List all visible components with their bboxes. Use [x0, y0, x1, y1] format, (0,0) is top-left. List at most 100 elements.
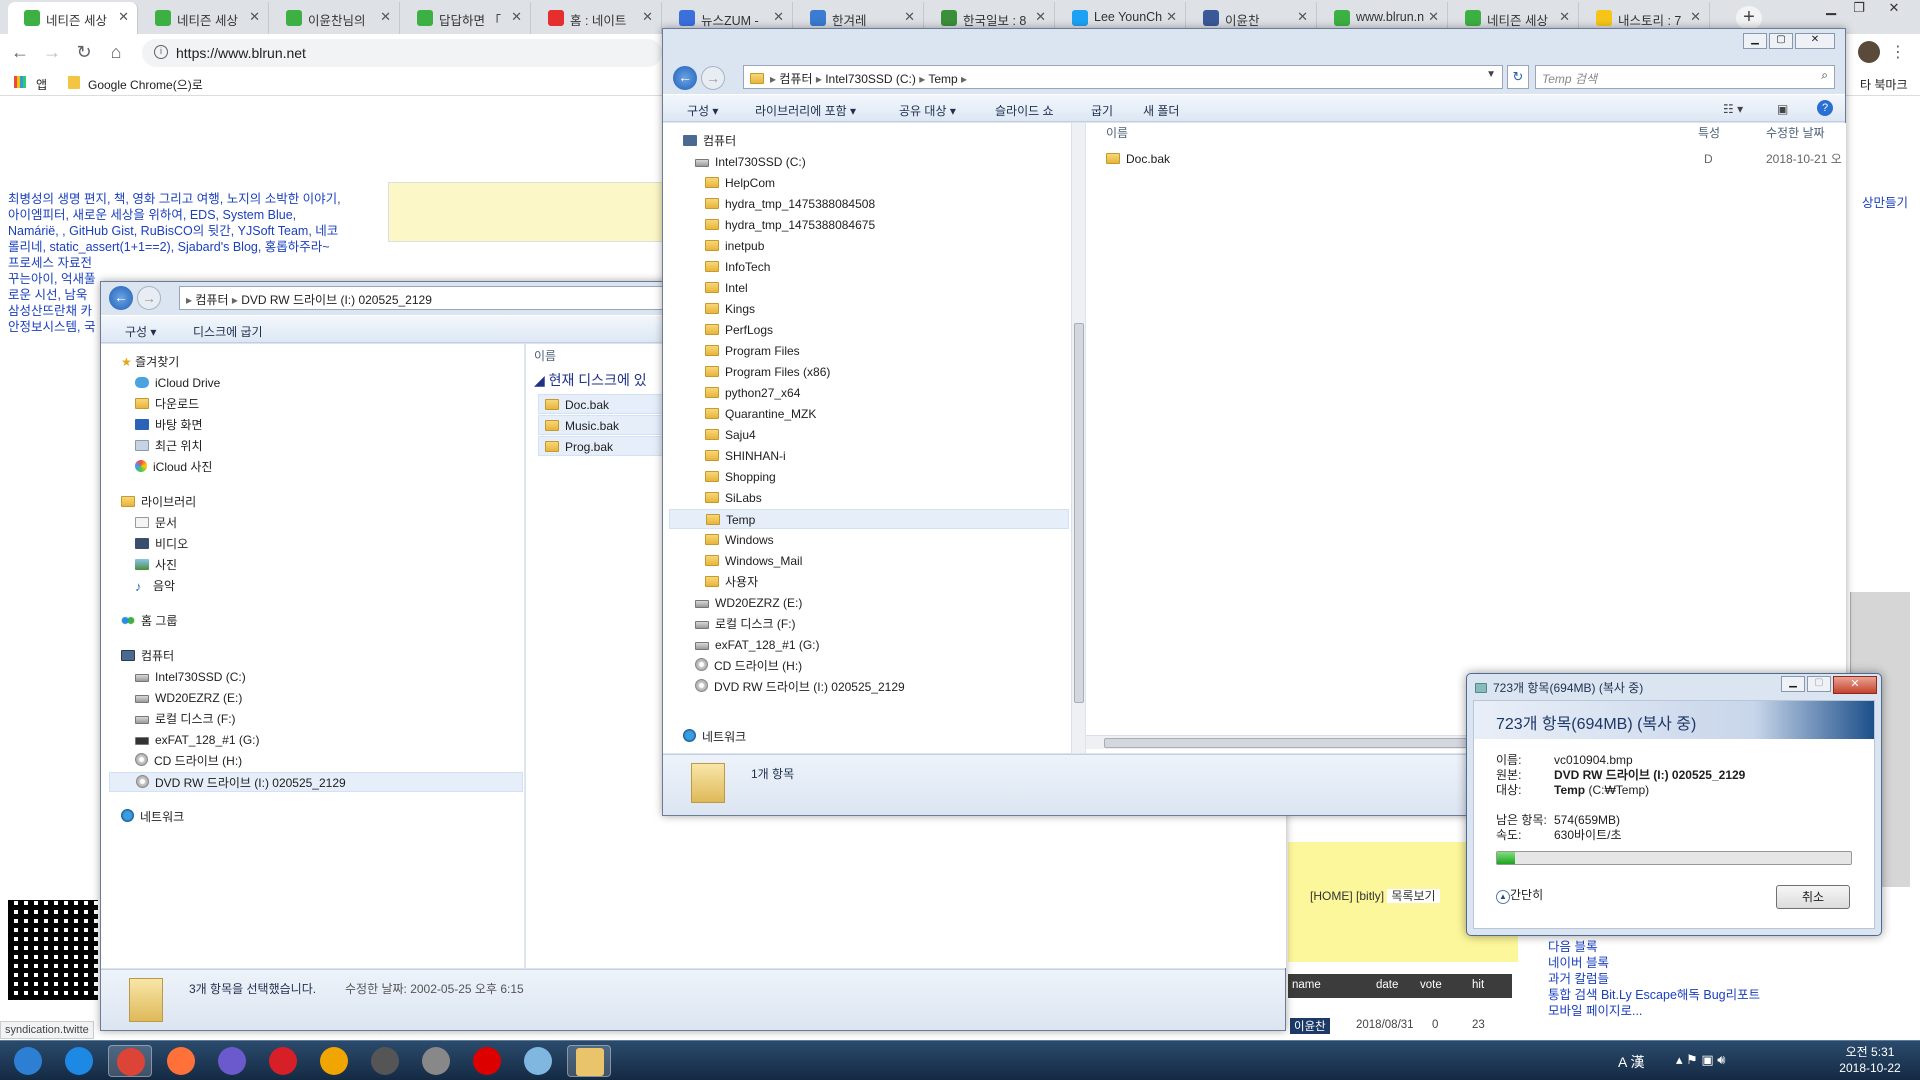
tree-item-inetpub[interactable]: inetpub: [705, 236, 764, 256]
tree-item-intel[interactable]: Intel: [705, 278, 748, 298]
drive-c[interactable]: Intel730SSD (C:): [135, 667, 246, 687]
sublime-icon[interactable]: [312, 1045, 356, 1077]
close-tab-icon[interactable]: ✕: [511, 9, 522, 25]
page-link[interactable]: 모바일 페이지로...: [1548, 1003, 1760, 1019]
record-icon[interactable]: [465, 1045, 509, 1077]
clock[interactable]: 오전 5:31 2018-10-22: [1830, 1044, 1910, 1076]
board-row[interactable]: 이윤찬 2018/08/31 0 23: [1288, 1017, 1512, 1035]
tree-item-exfat-128-1-g-[interactable]: exFAT_128_#1 (G:): [695, 635, 820, 655]
back-icon[interactable]: ←: [673, 66, 697, 90]
tree-item-python27-x64[interactable]: python27_x64: [705, 383, 800, 403]
close-tab-icon[interactable]: ✕: [249, 9, 260, 25]
tab-4[interactable]: 홈 : 네이트 ✕: [532, 2, 662, 34]
tree-scrollbar[interactable]: [1071, 123, 1085, 753]
tree-item-saju4[interactable]: Saju4: [705, 425, 756, 445]
row-name[interactable]: 이윤찬: [1290, 1018, 1330, 1034]
chrome-icon[interactable]: [108, 1045, 152, 1077]
drive-h[interactable]: CD 드라이브 (H:): [135, 751, 242, 771]
drive-e[interactable]: WD20EZRZ (E:): [135, 688, 242, 708]
preview-pane-icon[interactable]: ▣: [1777, 102, 1788, 116]
menu-icon[interactable]: ⋮: [1890, 42, 1906, 62]
opera-icon[interactable]: [261, 1045, 305, 1077]
fav-recent[interactable]: 최근 위치: [135, 436, 203, 456]
forward-icon[interactable]: →: [137, 286, 161, 310]
back-icon[interactable]: ←: [109, 286, 133, 310]
slideshow-button[interactable]: 슬라이드 쇼: [995, 102, 1054, 119]
tab-2[interactable]: 이윤찬님의 ✕: [270, 2, 400, 34]
computer-header[interactable]: 컴퓨터: [121, 646, 174, 666]
h-scrollbar-thumb[interactable]: [1104, 738, 1484, 748]
firefox-icon[interactable]: [159, 1045, 203, 1077]
tree-item-shopping[interactable]: Shopping: [705, 467, 776, 487]
tree-item-windows[interactable]: Windows: [705, 530, 774, 550]
profile-avatar[interactable]: [1858, 41, 1880, 63]
restore-button[interactable]: ❐: [1845, 0, 1873, 18]
drive-i[interactable]: DVD RW 드라이브 (I:) 020525_2129: [109, 772, 523, 792]
tree-item-helpcom[interactable]: HelpCom: [705, 173, 775, 193]
fav-downloads[interactable]: 다운로드: [135, 394, 199, 414]
crumb-computer[interactable]: 컴퓨터: [779, 72, 812, 86]
close-tab-icon[interactable]: ✕: [904, 9, 915, 25]
tree-item-temp[interactable]: Temp: [669, 509, 1069, 529]
minimize-button[interactable]: ▁: [1781, 676, 1805, 692]
stack-icon[interactable]: [210, 1045, 254, 1077]
tree-item-shinhan-i[interactable]: SHINHAN-i: [705, 446, 786, 466]
close-button[interactable]: ✕: [1874, 0, 1914, 18]
nav-home[interactable]: [HOME]: [1310, 889, 1353, 903]
tree-item--f-[interactable]: 로컬 디스크 (F:): [695, 614, 796, 634]
tree-item-kings[interactable]: Kings: [705, 299, 755, 319]
page-link[interactable]: 네이버 블록: [1548, 955, 1760, 971]
tree-item-program-files-x86-[interactable]: Program Files (x86): [705, 362, 830, 382]
close-tab-icon[interactable]: ✕: [1166, 9, 1177, 25]
network-icon[interactable]: [516, 1045, 560, 1077]
book-icon[interactable]: [363, 1045, 407, 1077]
libraries-header[interactable]: 라이브러리: [121, 492, 196, 512]
lib-music[interactable]: ♪ 음악: [135, 576, 175, 596]
page-link[interactable]: 통합 검색 Bit.Ly Escape해독 Bug리포트: [1548, 987, 1760, 1003]
close-tab-icon[interactable]: ✕: [380, 9, 391, 25]
share-menu[interactable]: 공유 대상 ▾: [899, 102, 956, 119]
close-tab-icon[interactable]: ✕: [118, 9, 129, 25]
crumb-dvd[interactable]: DVD RW 드라이브 (I:) 020525_2129: [241, 293, 432, 307]
apps-icon[interactable]: [14, 76, 26, 88]
page-link[interactable]: 과거 칼럼들: [1548, 971, 1760, 987]
burn-button[interactable]: 디스크에 굽기: [193, 323, 263, 340]
tree-item-hydra-tmp-1475388084675[interactable]: hydra_tmp_1475388084675: [705, 215, 875, 235]
tree-item-wd20ezrz-e-[interactable]: WD20EZRZ (E:): [695, 593, 802, 613]
blog-link-line[interactable]: 아이엠피터, 새로운 세상을 위하여, EDS, System Blue,: [8, 207, 368, 223]
blog-link-line[interactable]: 최병성의 생명 편지, 책, 영화 그리고 여행, 노지의 소박한 이야기,: [8, 191, 368, 207]
new-folder-button[interactable]: 새 폴더: [1143, 102, 1179, 119]
back-icon[interactable]: ←: [8, 40, 32, 64]
close-tab-icon[interactable]: ✕: [773, 9, 784, 25]
tab-1[interactable]: 네티즌 세상 ✕: [139, 2, 269, 34]
start-orb-icon[interactable]: [6, 1045, 50, 1077]
close-button[interactable]: ✕: [1833, 676, 1877, 694]
minimize-button[interactable]: ▁: [1743, 33, 1767, 49]
close-tab-icon[interactable]: ✕: [1297, 9, 1308, 25]
close-tab-icon[interactable]: ✕: [1690, 9, 1701, 25]
tree-item-windows-mail[interactable]: Windows_Mail: [705, 551, 802, 571]
organize-menu[interactable]: 구성 ▾: [687, 102, 718, 119]
bookmark-item[interactable]: Google Chrome(으)로: [88, 76, 203, 93]
maximize-button[interactable]: ▢: [1769, 33, 1793, 49]
forward-icon[interactable]: →: [701, 66, 725, 90]
crumb-temp[interactable]: Temp: [928, 72, 957, 86]
tree-item-program-files[interactable]: Program Files: [705, 341, 800, 361]
drive-g[interactable]: exFAT_128_#1 (G:): [135, 730, 260, 750]
file-doc-bak[interactable]: Doc.bak: [1106, 149, 1170, 169]
close-tab-icon[interactable]: ✕: [1559, 9, 1570, 25]
tree-item-silabs[interactable]: SiLabs: [705, 488, 762, 508]
ime-indicator[interactable]: A 漢: [1618, 1052, 1644, 1072]
drive-f[interactable]: 로컬 디스크 (F:): [135, 709, 236, 729]
tray-icons[interactable]: ▴ ⚑ ▣ 🔊︎: [1676, 1052, 1726, 1068]
column-attr-header[interactable]: 특성: [1698, 123, 1720, 143]
homegroup[interactable]: 홈 그룹: [121, 611, 177, 631]
address-breadcrumb[interactable]: ▸ 컴퓨터 ▸ Intel730SSD (C:) ▸ Temp ▸ ▼: [743, 65, 1503, 89]
burn-button[interactable]: 굽기: [1091, 102, 1113, 119]
tree-item--[interactable]: 사용자: [705, 572, 758, 592]
tab-3[interactable]: 답답하면 「 ✕: [401, 2, 531, 34]
view-options-icon[interactable]: ☷ ▾: [1723, 102, 1743, 116]
fav-desktop[interactable]: 바탕 화면: [135, 415, 203, 435]
organize-menu[interactable]: 구성 ▾: [125, 323, 156, 340]
lib-videos[interactable]: 비디오: [135, 534, 188, 554]
